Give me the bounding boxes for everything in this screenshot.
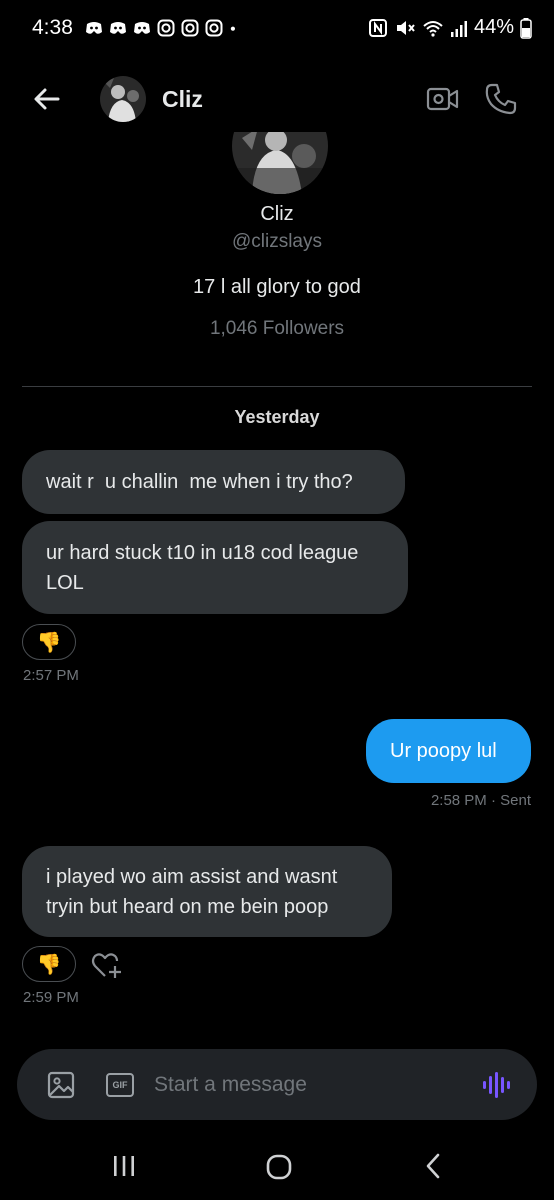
status-bar: 4:38 44% [0, 0, 554, 62]
profile-avatar-large[interactable] [232, 132, 328, 194]
message-timestamp: 2:58 PM · Sent [430, 792, 531, 809]
gif-label: GIF [112, 1080, 128, 1090]
profile-bio: 17 l all glory to god [193, 276, 361, 298]
conversation-header: Cliz [0, 66, 554, 132]
reaction-badge[interactable]: 👎 [22, 624, 76, 660]
nav-back-icon[interactable] [422, 1151, 444, 1181]
profile-handle[interactable]: @clizslays [0, 231, 554, 253]
message-timestamp: 2:57 PM [23, 667, 79, 684]
notification-icons [84, 18, 242, 38]
message-text: i played wo aim assist and wasnt tryin b… [46, 865, 338, 918]
thumbs-down-icon: 👎 [36, 953, 62, 976]
contact-name[interactable]: Cliz [162, 86, 203, 113]
message-bubble-outgoing[interactable]: Ur poopy lul [366, 719, 531, 783]
image-icon[interactable] [47, 1071, 75, 1099]
battery-percent: 44% [473, 16, 514, 38]
instagram-icon [157, 19, 175, 37]
divider [22, 386, 532, 387]
message-bubble-incoming[interactable]: i played wo aim assist and wasnt tryin b… [22, 846, 392, 937]
dot-icon [230, 26, 235, 31]
message-composer: GIF [17, 1049, 537, 1120]
voice-message-icon[interactable] [481, 1071, 511, 1099]
gif-button[interactable]: GIF [106, 1073, 134, 1097]
message-text: ur hard stuck t10 in u18 cod league LOL [46, 541, 359, 594]
discord-icon [86, 22, 102, 34]
thumbs-down-icon: 👎 [36, 631, 62, 654]
video-call-icon[interactable] [426, 84, 460, 114]
mute-icon [396, 20, 415, 35]
message-text: Ur poopy lul [390, 740, 497, 762]
message-bubble-incoming[interactable]: ur hard stuck t10 in u18 cod league LOL [22, 521, 408, 614]
add-reaction-icon[interactable] [90, 950, 124, 980]
battery-icon [520, 17, 532, 39]
reaction-badge[interactable]: 👎 [22, 946, 76, 982]
instagram-icon [205, 19, 223, 37]
message-timestamp: 2:59 PM [23, 989, 79, 1006]
status-time: 4:38 [32, 16, 73, 39]
avatar[interactable] [100, 76, 146, 122]
nfc-icon [368, 18, 387, 37]
instagram-icon [181, 19, 199, 37]
recent-apps-icon[interactable] [110, 1153, 138, 1179]
back-arrow-icon[interactable] [30, 82, 64, 116]
message-input[interactable] [154, 1069, 454, 1101]
phone-icon[interactable] [484, 82, 518, 116]
profile-name: Cliz [260, 203, 294, 225]
follower-count[interactable]: 1,046 Followers [0, 318, 554, 340]
message-bubble-incoming[interactable]: wait r u challin me when i try tho? [22, 450, 405, 514]
system-status: 44% [368, 16, 532, 39]
home-icon[interactable] [265, 1153, 293, 1181]
date-separator: Yesterday [234, 407, 320, 427]
message-text: wait r u challin me when i try tho? [46, 471, 353, 493]
signal-icon [450, 20, 467, 37]
discord-icon [110, 22, 126, 34]
discord-icon [134, 22, 150, 34]
wifi-icon [423, 20, 443, 37]
